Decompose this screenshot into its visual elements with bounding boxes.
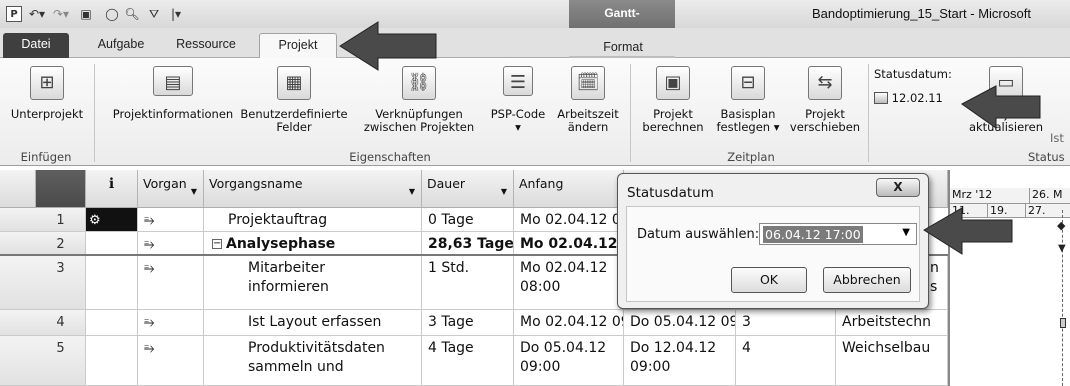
annotation-arrows	[339, 21, 1041, 255]
annotation-arrow	[923, 207, 1013, 255]
annotation-arrow	[961, 85, 1041, 129]
annotation-arrow	[339, 21, 437, 71]
